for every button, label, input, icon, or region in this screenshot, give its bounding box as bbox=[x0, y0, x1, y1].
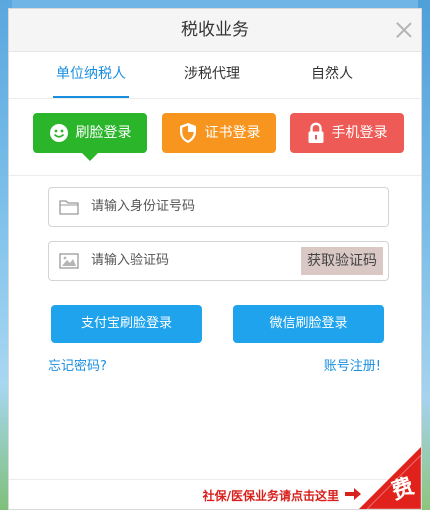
alipay-face-login-button[interactable]: 支付宝刷脸登录 bbox=[51, 305, 202, 343]
wechat-face-login-button[interactable]: 微信刷脸登录 bbox=[233, 305, 384, 343]
register-link[interactable]: 账号注册! bbox=[324, 355, 381, 374]
forgot-password-link[interactable]: 忘记密码? bbox=[48, 355, 107, 374]
tab-bar: 单位纳税人 涉税代理 自然人 bbox=[9, 52, 421, 99]
fee-corner-badge[interactable]: 费 bbox=[359, 447, 421, 509]
close-icon[interactable] bbox=[393, 19, 415, 41]
social-insurance-link[interactable]: 社保/医保业务请点击这里 bbox=[203, 487, 361, 504]
tab-unit-taxpayer[interactable]: 单位纳税人 bbox=[47, 52, 135, 98]
image-icon bbox=[59, 253, 79, 273]
tab-natural-person[interactable]: 自然人 bbox=[299, 52, 365, 98]
face-login-button[interactable]: 刷脸登录 bbox=[33, 113, 147, 161]
social-insurance-label: 社保/医保业务请点击这里 bbox=[202, 489, 339, 503]
shield-icon bbox=[178, 122, 198, 144]
folder-icon bbox=[59, 199, 79, 219]
phone-login-label: 手机登录 bbox=[331, 125, 388, 141]
phone-login-button[interactable]: 手机登录 bbox=[290, 113, 404, 153]
id-number-input[interactable]: 请输入身份证号码 bbox=[48, 187, 389, 227]
get-code-button[interactable]: 获取验证码 bbox=[301, 247, 383, 275]
title-bar: 税收业务 bbox=[9, 9, 421, 52]
cert-login-button[interactable]: 证书登录 bbox=[162, 113, 276, 153]
cert-login-label: 证书登录 bbox=[204, 125, 261, 141]
login-dialog: 税收业务 单位纳税人 涉税代理 自然人 刷脸登录 证书登录 手机登录 请输入身份… bbox=[8, 8, 422, 510]
dialog-title: 税收业务 bbox=[181, 20, 249, 40]
smiley-icon bbox=[49, 123, 69, 143]
divider bbox=[9, 175, 421, 176]
captcha-input[interactable]: 请输入验证码 获取验证码 bbox=[48, 241, 389, 281]
face-login-label: 刷脸登录 bbox=[75, 125, 132, 141]
id-number-placeholder: 请输入身份证号码 bbox=[91, 199, 196, 214]
captcha-placeholder: 请输入验证码 bbox=[91, 253, 170, 268]
tab-tax-agent[interactable]: 涉税代理 bbox=[169, 52, 255, 98]
lock-icon bbox=[307, 122, 325, 144]
